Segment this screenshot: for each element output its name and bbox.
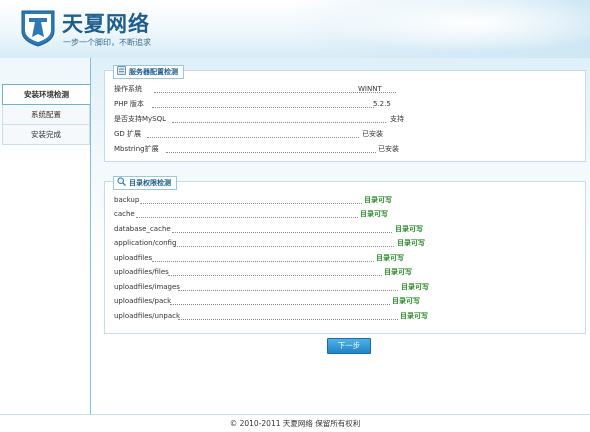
server-row-os: 操作系统 WINNT bbox=[114, 84, 454, 94]
header: 天夏网络 一步一个脚印，不断追求 bbox=[0, 0, 590, 59]
dir-row-database-cache: database_cache 目录可写 bbox=[114, 224, 454, 234]
sidebar-item-install-complete[interactable]: 安装完成 bbox=[2, 125, 90, 145]
sidebar-item-system-config[interactable]: 系统配置 bbox=[2, 105, 90, 125]
server-row-label: Mbstring扩展 bbox=[114, 145, 159, 153]
dir-row-label: uploadfiles bbox=[114, 254, 153, 262]
dir-row-status: 目录可写 bbox=[401, 283, 429, 291]
dot-leader bbox=[178, 311, 398, 320]
dir-row-status: 目录可写 bbox=[376, 254, 404, 262]
logo-icon bbox=[21, 10, 55, 47]
server-icon bbox=[117, 66, 126, 75]
dir-row-status: 目录可写 bbox=[392, 297, 420, 305]
server-row-php: PHP 版本 5.2.5 bbox=[114, 99, 474, 109]
dot-leader bbox=[172, 114, 386, 123]
brand-slogan: 一步一个脚印，不断追求 bbox=[63, 38, 151, 47]
server-row-value: 已安装 bbox=[362, 130, 383, 138]
dir-row-label: uploadfiles/pack bbox=[114, 297, 172, 305]
next-step-button[interactable]: 下一步 bbox=[327, 338, 371, 354]
dot-leader bbox=[172, 224, 392, 233]
server-check-title-text: 服务器配置检测 bbox=[129, 68, 178, 76]
dir-check-title: 目录权限检测 bbox=[113, 176, 177, 190]
dir-check-panel: 目录权限检测 backup 目录可写 cache 目录可写 database_c… bbox=[104, 176, 586, 334]
dir-row-label: database_cache bbox=[114, 225, 171, 233]
dir-row-cache: cache 目录可写 bbox=[114, 209, 414, 219]
dir-row-status: 目录可写 bbox=[400, 312, 428, 320]
server-row-label: GD 扩展 bbox=[114, 130, 142, 138]
dir-row-status: 目录可写 bbox=[364, 196, 392, 204]
dir-row-label: uploadfiles/files bbox=[114, 268, 169, 276]
server-row-gd: GD 扩展 已安装 bbox=[114, 129, 474, 139]
server-check-panel: 服务器配置检测 操作系统 WINNT PHP 版本 5.2.5 是否支持MySQ… bbox=[104, 65, 586, 162]
sidebar-nav: 安装环境检测 系统配置 安装完成 bbox=[2, 84, 90, 145]
header-background bbox=[290, 0, 590, 58]
dot-leader bbox=[140, 195, 362, 204]
dot-leader bbox=[170, 296, 390, 305]
dir-row-application-config: application/config 目录可写 bbox=[114, 238, 454, 248]
dot-leader bbox=[152, 253, 374, 262]
server-row-mysql: 是否支持MySQL 支持 bbox=[114, 114, 474, 124]
dot-leader bbox=[147, 129, 359, 138]
dir-row-label: backup bbox=[114, 196, 140, 204]
footer-divider bbox=[0, 414, 590, 415]
dir-row-label: application/config bbox=[114, 239, 177, 247]
server-row-label: PHP 版本 bbox=[114, 100, 144, 108]
dir-row-uploadfiles-pack: uploadfiles/pack 目录可写 bbox=[114, 296, 474, 306]
dir-row-uploadfiles: uploadfiles 目录可写 bbox=[114, 253, 434, 263]
dir-row-status: 目录可写 bbox=[360, 210, 388, 218]
dir-check-title-text: 目录权限检测 bbox=[129, 179, 171, 187]
dir-row-uploadfiles-unpack: uploadfiles/unpack 目录可写 bbox=[114, 311, 474, 321]
dot-leader bbox=[168, 267, 382, 276]
dir-row-label: uploadfiles/unpack bbox=[114, 312, 181, 320]
server-row-value: 已安装 bbox=[378, 145, 399, 153]
dir-row-status: 目录可写 bbox=[397, 239, 425, 247]
server-row-label: 是否支持MySQL bbox=[114, 115, 167, 123]
server-row-value: 支持 bbox=[390, 115, 404, 123]
server-row-mbstring: Mbstring扩展 已安装 bbox=[114, 144, 474, 154]
brand-name: 天夏网络 bbox=[62, 11, 150, 36]
dir-row-status: 目录可写 bbox=[395, 225, 423, 233]
dir-row-label: cache bbox=[114, 210, 135, 218]
dir-row-status: 目录可写 bbox=[384, 268, 412, 276]
dot-leader bbox=[178, 282, 398, 291]
server-row-value: WINNT bbox=[358, 85, 382, 93]
server-row-value: 5.2.5 bbox=[373, 100, 391, 108]
dir-row-backup: backup 目录可写 bbox=[114, 195, 414, 205]
dot-leader bbox=[152, 99, 374, 108]
dot-leader bbox=[166, 144, 376, 153]
dot-leader bbox=[136, 209, 358, 218]
dir-row-label: uploadfiles/images bbox=[114, 283, 180, 291]
sidebar-item-environment-check[interactable]: 安装环境检测 bbox=[2, 84, 90, 105]
server-row-label: 操作系统 bbox=[114, 85, 142, 93]
sidebar: 安装环境检测 系统配置 安装完成 bbox=[0, 58, 91, 414]
search-icon bbox=[117, 177, 126, 186]
dot-leader bbox=[174, 238, 394, 247]
footer-copyright: © 2010-2011 天夏网络 保留所有权利 bbox=[229, 419, 361, 428]
dir-row-uploadfiles-files: uploadfiles/files 目录可写 bbox=[114, 267, 454, 277]
dir-row-uploadfiles-images: uploadfiles/images 目录可写 bbox=[114, 282, 474, 292]
server-check-title: 服务器配置检测 bbox=[113, 65, 184, 79]
